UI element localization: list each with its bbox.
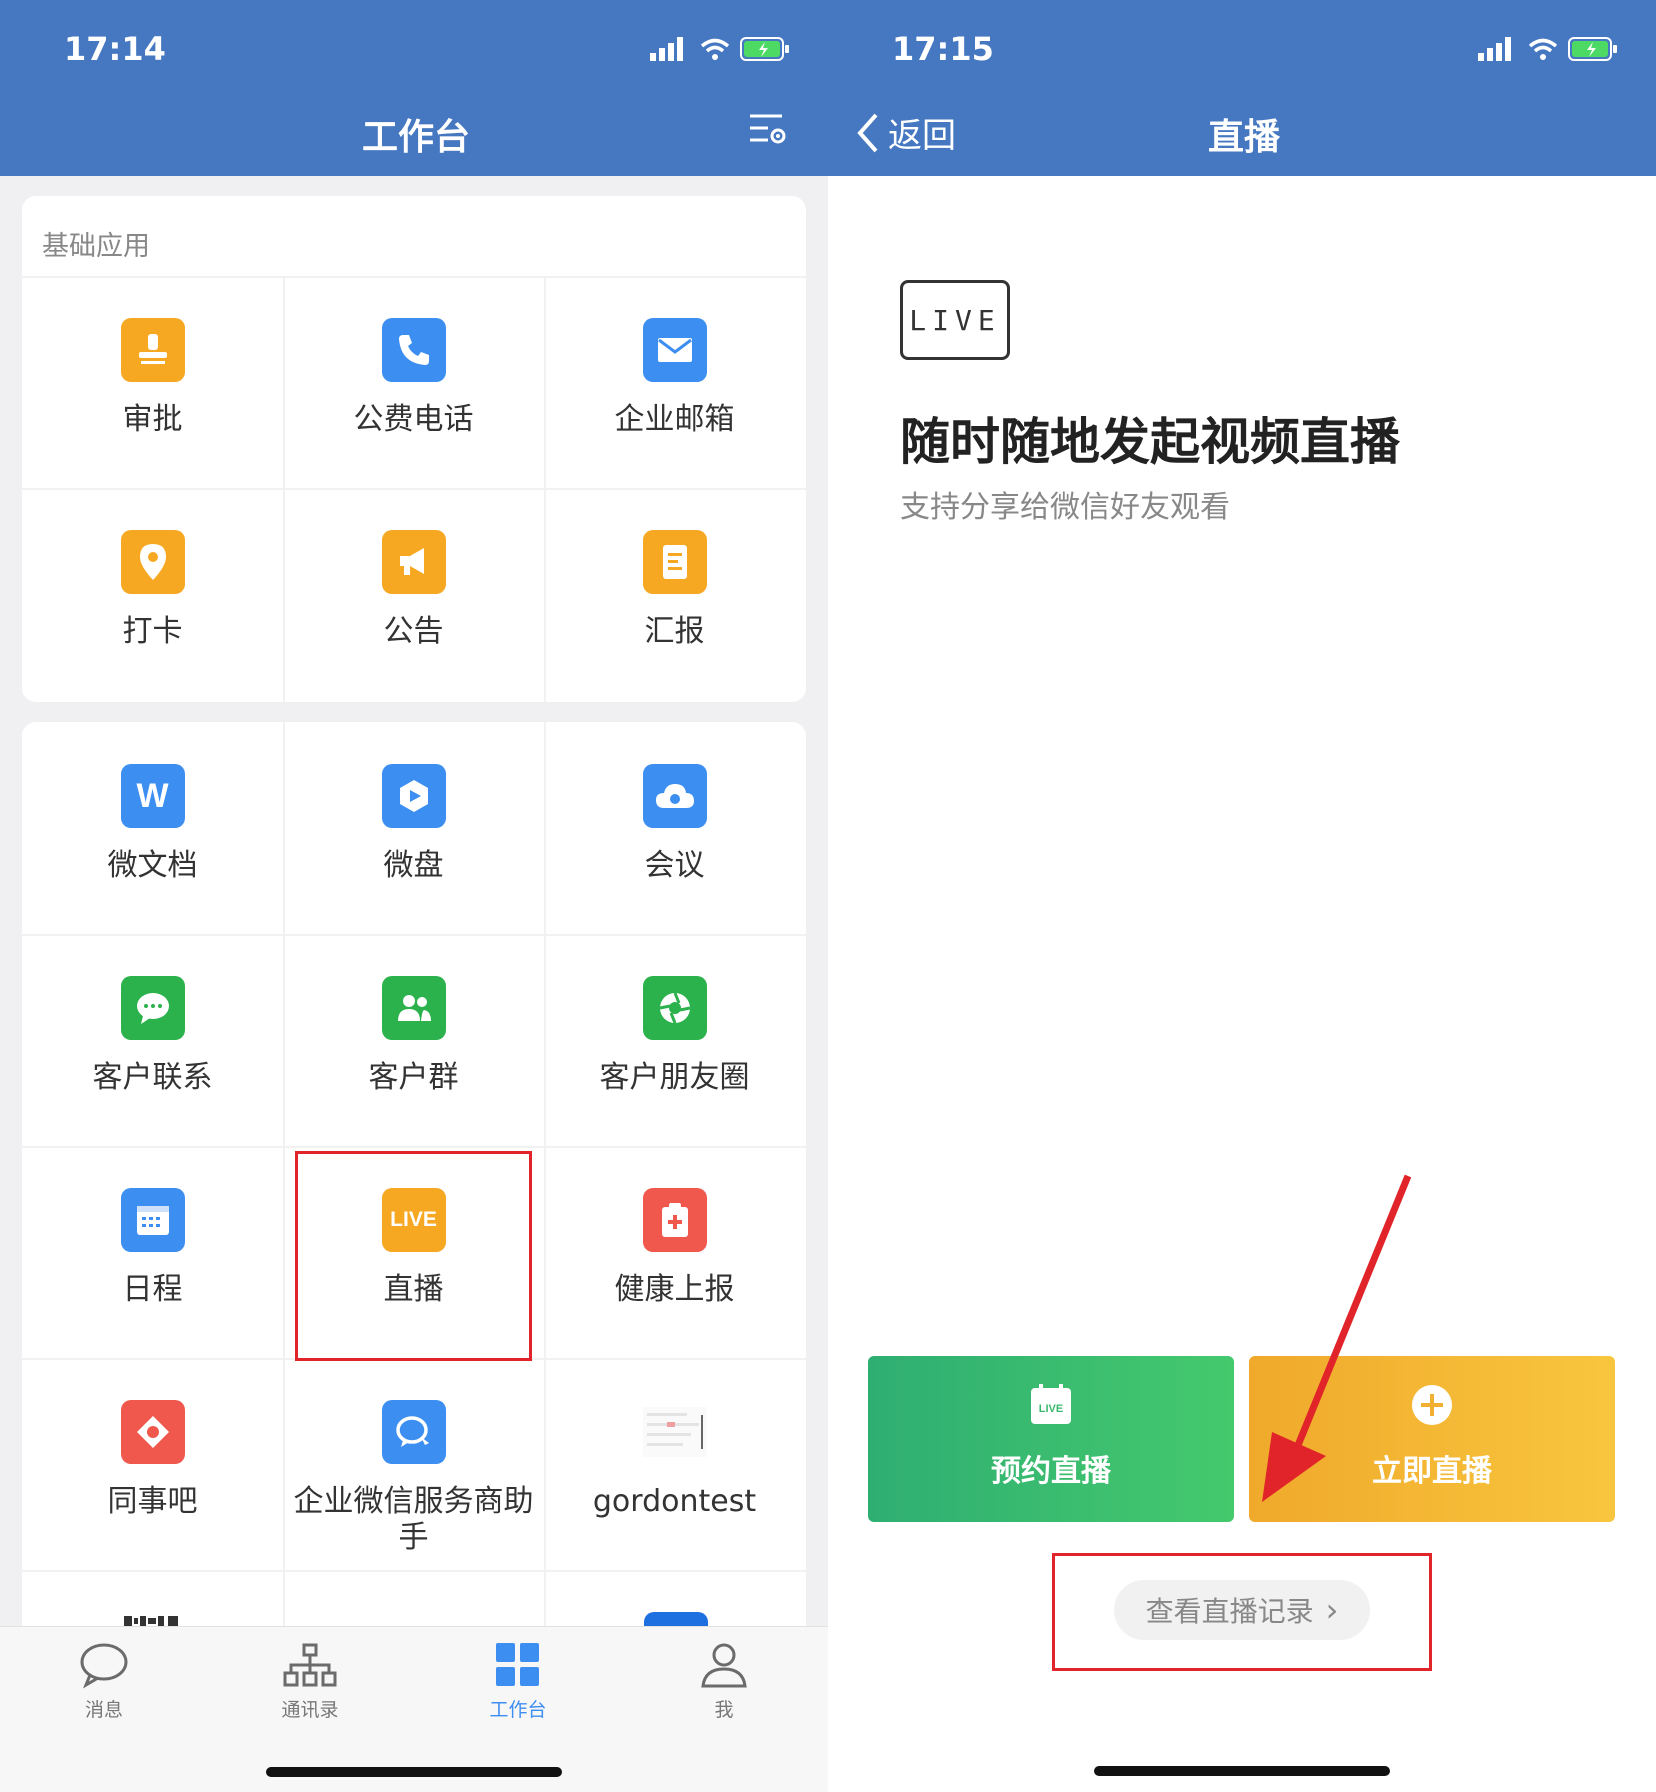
drive-icon — [381, 764, 446, 828]
page-title: 工作台 — [362, 117, 471, 158]
app-colleague-bar[interactable]: 同事吧 — [22, 1358, 283, 1570]
schedule-live-button[interactable]: LIVE 预约直播 — [868, 1356, 1234, 1522]
app-gordontest[interactable]: gordontest — [544, 1358, 805, 1570]
app-label: 企业微信服务商助手 — [293, 1484, 534, 1555]
app-health-report[interactable]: 健康上报 — [544, 1146, 805, 1358]
tab-workbench[interactable]: 工作台 — [448, 1641, 588, 1722]
tab-label: 工作台 — [489, 1699, 547, 1721]
back-label: 返回 — [888, 116, 956, 156]
app-label: 客户朋友圈 — [599, 1060, 750, 1095]
app-label: gordontest — [592, 1484, 757, 1519]
app-label: 日程 — [122, 1272, 183, 1307]
app-schedule[interactable]: 日程 — [22, 1146, 283, 1358]
home-indicator — [266, 1767, 562, 1777]
app-paid-call[interactable]: 公费电话 — [283, 276, 544, 488]
live-screen: 17:15 返回 直播 LIVE 随时随地发起视频直播 支持分享给微信好友观看 … — [828, 0, 1656, 1792]
app-docs[interactable]: W 微文档 — [22, 722, 283, 934]
home-indicator — [1094, 1766, 1390, 1776]
app-label: 企业邮箱 — [614, 402, 735, 437]
divider — [22, 1570, 806, 1572]
basic-apps-card: 基础应用 审批 公费电话 企业邮箱 打卡 公告 汇报 — [22, 196, 806, 702]
thumbnail-icon — [642, 1400, 707, 1464]
calendar-icon — [120, 1188, 185, 1252]
signal-icon — [1478, 37, 1511, 61]
chevron-left-icon — [857, 113, 878, 152]
battery-icon — [740, 37, 789, 61]
highlight-live-box — [295, 1151, 532, 1361]
cloud-meeting-icon — [642, 764, 707, 828]
status-icons — [650, 36, 790, 62]
app-service-assistant[interactable]: 企业微信服务商助手 — [283, 1358, 544, 1570]
live-subline: 支持分享给微信好友观看 — [900, 490, 1230, 525]
section-title: 基础应用 — [42, 231, 150, 262]
megaphone-icon — [381, 530, 446, 594]
live-header: 17:15 返回 直播 — [828, 0, 1656, 176]
service-chat-icon — [381, 1400, 446, 1464]
app-label: 客户联系 — [92, 1060, 213, 1095]
app-label: 同事吧 — [107, 1484, 198, 1519]
bottom-tab-bar: 消息 通讯录 工作台 我 — [0, 1626, 828, 1792]
app-customer-group[interactable]: 客户群 — [283, 934, 544, 1146]
tab-contacts[interactable]: 通讯录 — [240, 1641, 380, 1722]
app-meeting[interactable]: 会议 — [544, 722, 805, 934]
calendar-live-icon-text: LIVE — [1039, 1403, 1063, 1415]
status-icons — [1478, 36, 1618, 62]
status-time: 17:15 — [892, 30, 994, 68]
message-icon — [80, 1643, 128, 1689]
doc-w-icon: W — [120, 764, 185, 828]
app-label: 微盘 — [383, 848, 444, 883]
medical-kit-icon — [642, 1188, 707, 1252]
app-label: 打卡 — [122, 614, 183, 649]
calendar-live-icon: LIVE — [1031, 1384, 1071, 1424]
profile-icon — [701, 1643, 747, 1688]
workbench-icon — [496, 1643, 539, 1686]
app-report[interactable]: 汇报 — [544, 488, 805, 700]
wifi-icon — [1528, 38, 1558, 60]
aperture-icon — [642, 976, 707, 1040]
phone-icon — [381, 318, 446, 382]
colleague-bar-icon — [120, 1400, 185, 1464]
app-label: 健康上报 — [614, 1272, 735, 1307]
settings-list-icon[interactable] — [748, 112, 788, 148]
highlight-records-box — [1052, 1553, 1432, 1671]
stamp-icon — [120, 318, 185, 382]
app-announcement[interactable]: 公告 — [283, 488, 544, 700]
schedule-live-label: 预约直播 — [991, 1454, 1111, 1489]
app-label: 微文档 — [107, 848, 198, 883]
annotation-arrow-icon — [1262, 1174, 1412, 1502]
app-label: 公告 — [383, 614, 444, 649]
app-label: 汇报 — [644, 614, 705, 649]
app-drive[interactable]: 微盘 — [283, 722, 544, 934]
group-icon — [381, 976, 446, 1040]
live-headline: 随时随地发起视频直播 — [900, 413, 1400, 471]
app-label: 公费电话 — [353, 402, 474, 437]
tab-messages[interactable]: 消息 — [34, 1641, 174, 1722]
app-checkin[interactable]: 打卡 — [22, 488, 283, 700]
location-pin-icon — [120, 530, 185, 594]
tab-me[interactable]: 我 — [654, 1641, 794, 1722]
page-title: 直播 — [1208, 117, 1281, 158]
app-label: 审批 — [122, 402, 183, 437]
contacts-icon — [283, 1643, 337, 1687]
workbench-header: 17:14 工作台 — [0, 0, 828, 176]
report-icon — [642, 530, 707, 594]
battery-icon — [1568, 37, 1617, 61]
wifi-icon — [700, 38, 730, 60]
tab-label: 我 — [714, 1699, 734, 1721]
app-mail[interactable]: 企业邮箱 — [544, 276, 805, 488]
live-badge: LIVE — [900, 280, 1010, 360]
app-label: 客户群 — [368, 1060, 459, 1095]
app-customer-moments[interactable]: 客户朋友圈 — [544, 934, 805, 1146]
app-approval[interactable]: 审批 — [22, 276, 283, 488]
chat-bubble-icon — [120, 976, 185, 1040]
tab-label: 消息 — [84, 1699, 123, 1721]
app-label: 会议 — [644, 848, 705, 883]
workbench-screen: 17:14 工作台 基础应用 审批 公费电话 企业邮箱 打卡 公告 汇报 W 微… — [0, 0, 828, 1792]
app-customer-contact[interactable]: 客户联系 — [22, 934, 283, 1146]
mail-icon — [642, 318, 707, 382]
signal-icon — [650, 37, 683, 61]
status-time: 17:14 — [64, 30, 166, 68]
back-button[interactable]: 返回 — [854, 108, 956, 157]
tab-label: 通讯录 — [281, 1699, 339, 1721]
